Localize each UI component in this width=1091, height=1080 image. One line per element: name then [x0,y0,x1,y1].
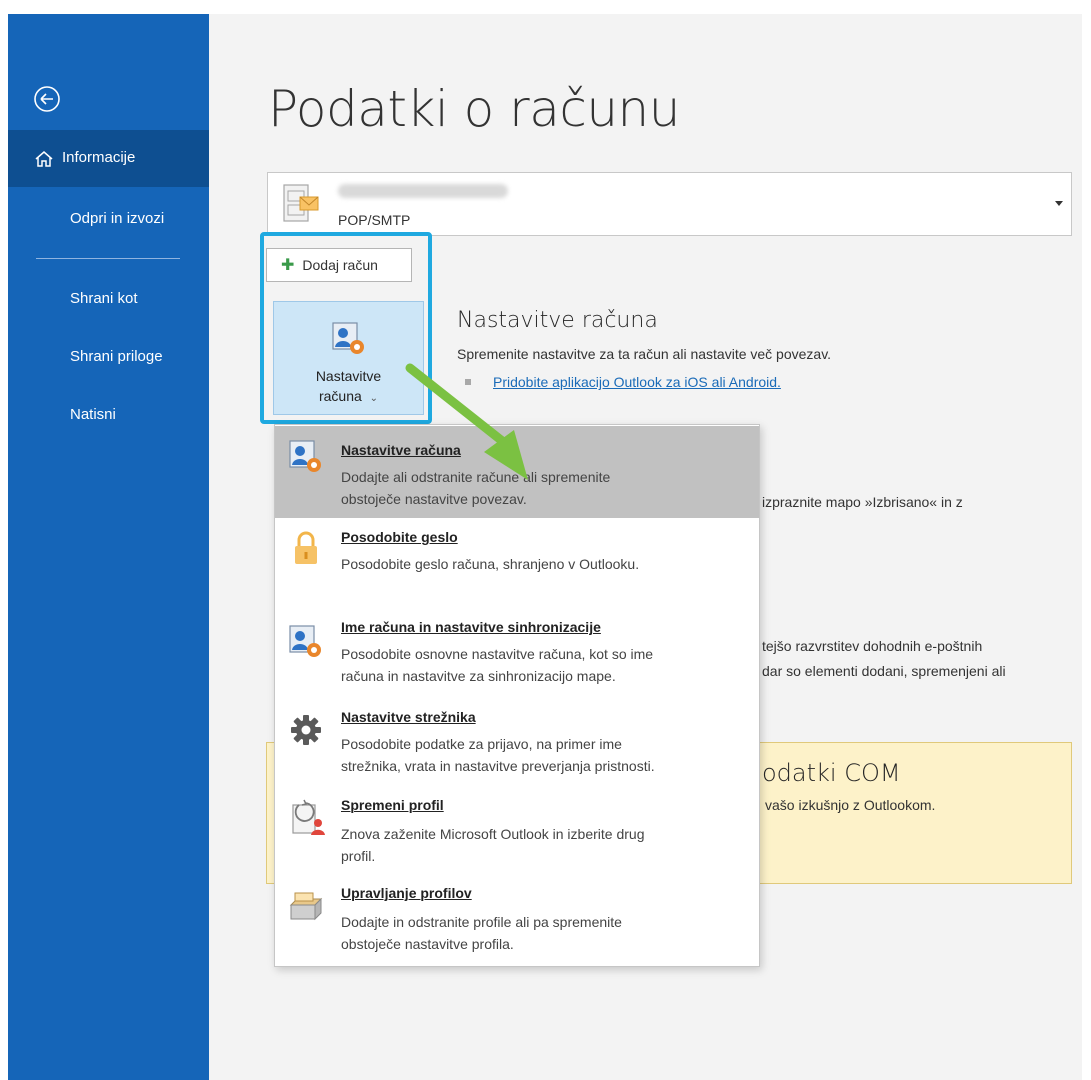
menu-item-upravljanje-profilov[interactable]: Upravljanje profilov Dodajte in odstrani… [275,881,759,965]
back-arrow-icon [34,86,60,112]
menu-item-desc-line2: obstoječe nastavitve povezav. [341,491,527,507]
cleanup-text: izpraznite mapo »Izbrisano« in z [762,494,963,510]
account-sync-icon [289,625,321,657]
account-type: POP/SMTP [338,212,411,228]
nav-item-label: Natisni [70,405,116,423]
mailbox-icon [283,184,319,222]
outlook-mobile-link[interactable]: Pridobite aplikacijo Outlook za iOS ali … [493,374,781,390]
account-email-blurred [338,184,508,198]
nav-item-shrani-kot[interactable]: Shrani kot [8,278,209,318]
menu-item-desc-line1: Dodajte in odstranite profile ali pa spr… [341,914,622,930]
home-icon [35,151,53,167]
nav-item-label: Informacije [62,149,136,166]
menu-item-nastavitve-streznika[interactable]: Nastavitve strežnika Posodobite podatke … [275,705,759,791]
menu-item-desc-line2: profil. [341,848,376,864]
menu-item-title: Upravljanje profilov [341,885,472,901]
menu-item-desc-line2: računa in nastavitve za sinhronizacijo m… [341,668,616,684]
backstage-sidebar: Informacije Odpri in izvozi Shrani kot S… [8,14,209,1080]
gear-icon [291,715,321,745]
rules-text-line2: dar so elementi dodani, spremenjeni ali [762,663,1006,679]
highlight-frame [260,232,432,424]
com-addins-heading: odatki COM [762,759,901,787]
menu-item-title: Nastavitve strežnika [341,709,476,725]
manage-profiles-icon [289,892,323,921]
com-addins-description: vašo izkušnjo z Outlookom. [765,797,936,813]
menu-item-ime-racuna[interactable]: Ime računa in nastavitve sinhronizacije … [275,615,759,701]
account-settings-heading: Nastavitve računa [457,308,658,333]
nav-item-odpri-in-izvozi[interactable]: Odpri in izvozi [8,198,209,238]
menu-item-nastavitve-racuna[interactable]: Nastavitve računa Dodajte ali odstranite… [275,426,759,518]
nav-item-informacije[interactable]: Informacije [8,130,209,187]
nav-divider [36,258,180,259]
account-settings-menu: Nastavitve računa Dodajte ali odstranite… [274,424,760,967]
menu-item-desc-line1: Posodobite osnovne nastavitve računa, ko… [341,646,654,662]
nav-item-natisni[interactable]: Natisni [8,394,209,434]
nav-item-label: Shrani priloge [70,347,163,365]
back-button[interactable] [32,84,62,114]
menu-item-title: Spremeni profil [341,797,444,813]
rules-text-line1: tejšo razvrstitev dohodnih e-poštnih [762,638,983,654]
chevron-down-icon [1055,201,1063,206]
menu-item-desc-line1: Dodajte ali odstranite račune ali spreme… [341,469,611,485]
menu-item-title: Nastavitve računa [341,442,461,458]
menu-item-desc-line1: Posodobite geslo računa, shranjeno v Out… [341,556,640,572]
bullet-icon [465,379,471,385]
menu-item-desc-line2: strežnika, vrata in nastavitve preverjan… [341,758,655,774]
nav-item-label: Shrani kot [70,289,138,307]
menu-item-posodobite-geslo[interactable]: Posodobite geslo Posodobite geslo računa… [275,521,759,601]
account-settings-description: Spremenite nastavitve za ta račun ali na… [457,346,832,362]
nav-item-label: Odpri in izvozi [70,209,165,227]
menu-item-desc-line1: Posodobite podatke za prijavo, na primer… [341,736,622,752]
page-title: Podatki o računu [268,80,680,138]
menu-item-title: Posodobite geslo [341,529,458,545]
menu-item-spremeni-profil[interactable]: Spremeni profil Znova zaženite Microsoft… [275,793,759,879]
account-selector[interactable]: POP/SMTP [267,172,1072,236]
nav-item-shrani-priloge[interactable]: Shrani priloge [8,336,209,376]
account-settings-icon [289,440,321,472]
menu-item-desc-line1: Znova zaženite Microsoft Outlook in izbe… [341,826,645,842]
change-profile-icon [292,799,325,835]
menu-item-desc-line2: obstoječe nastavitve profila. [341,936,514,952]
menu-item-title: Ime računa in nastavitve sinhronizacije [341,619,601,635]
lock-icon [295,531,317,564]
